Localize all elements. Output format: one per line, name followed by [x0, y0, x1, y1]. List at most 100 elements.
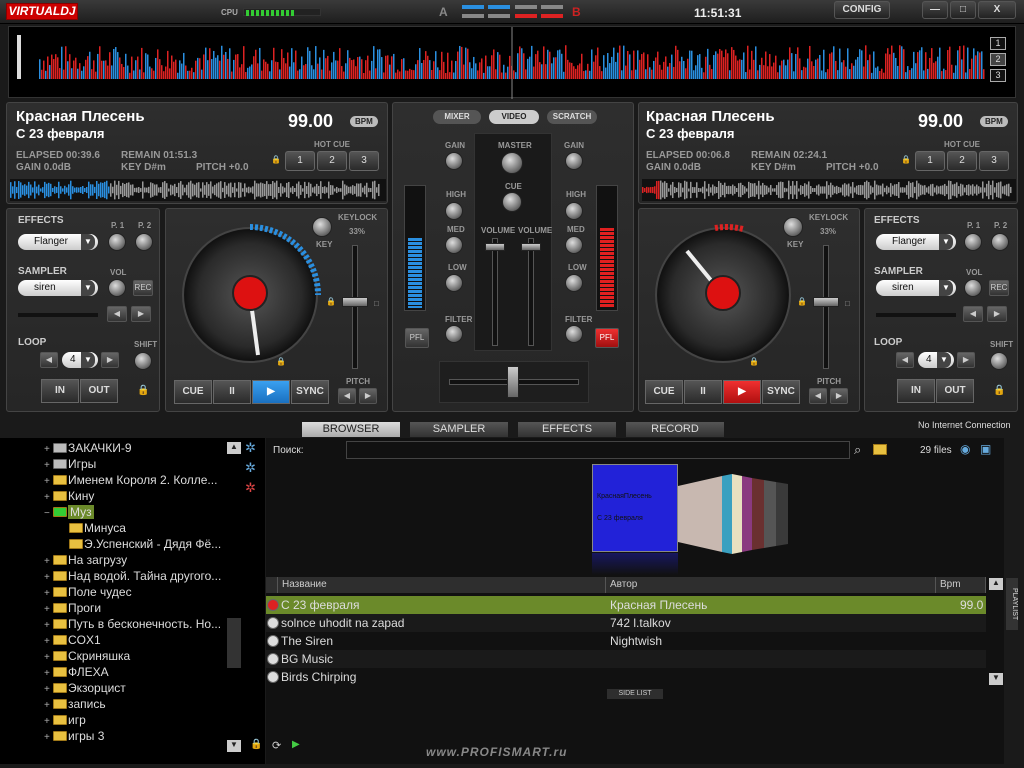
cue-mix-knob[interactable]: [502, 192, 522, 212]
tab-sampler[interactable]: SAMPLER: [410, 422, 508, 437]
expand-icon[interactable]: +: [44, 684, 52, 695]
med-knob-a[interactable]: [445, 236, 463, 254]
tab-mixer[interactable]: MIXER: [433, 110, 481, 124]
loop-half-button[interactable]: ◀: [896, 352, 914, 368]
tree-item[interactable]: + Именем Короля 2. Колле...: [44, 473, 217, 489]
cover-art-current[interactable]: КраснаяПлесень С 23 февраля: [592, 464, 678, 552]
sampler-next-button[interactable]: ▶: [131, 306, 151, 322]
crossfader-handle[interactable]: [507, 366, 519, 398]
pause-button[interactable]: II: [213, 380, 251, 404]
volume-fader-b-handle[interactable]: [521, 243, 541, 251]
sampler-vol-knob[interactable]: [964, 279, 982, 297]
tree-scroll-down[interactable]: ▼: [227, 740, 241, 752]
loop-shift-knob[interactable]: [134, 352, 152, 370]
pitch-fader-track[interactable]: [823, 245, 829, 369]
pitch-fader-track[interactable]: [352, 245, 358, 369]
lock-icon[interactable]: 🔒: [250, 739, 262, 750]
collapse-icon[interactable]: −: [44, 508, 52, 519]
low-knob-a[interactable]: [445, 274, 463, 292]
sampler-select[interactable]: siren ▼: [18, 280, 98, 296]
sync-button[interactable]: SYNC: [291, 380, 329, 404]
zoom-3-button[interactable]: 3: [990, 69, 1006, 82]
pitch-fader-handle[interactable]: [342, 297, 368, 307]
remove-folder-icon[interactable]: ✲: [245, 480, 256, 496]
rec-button[interactable]: REC: [989, 280, 1009, 296]
loop-out-button[interactable]: OUT: [80, 379, 118, 403]
high-knob-b[interactable]: [565, 202, 583, 220]
expand-icon[interactable]: +: [44, 716, 52, 727]
table-row[interactable]: solnce uhodit na zapad 742 l.talkov: [266, 614, 986, 632]
loop-out-button[interactable]: OUT: [936, 379, 974, 403]
effect-p2-knob[interactable]: [135, 233, 153, 251]
lock-icon[interactable]: 🔒: [326, 297, 336, 306]
col-artist[interactable]: Автор: [606, 577, 936, 593]
lock-icon[interactable]: 🔒: [137, 385, 149, 396]
table-row[interactable]: Birds Chirping: [266, 668, 986, 686]
expand-icon[interactable]: +: [44, 556, 52, 567]
pfl-button-b[interactable]: PFL: [595, 328, 619, 348]
pitch-bend-up-button[interactable]: ▶: [359, 388, 377, 404]
play-icon[interactable]: ▶: [292, 739, 300, 750]
expand-icon[interactable]: +: [44, 460, 52, 471]
sampler-select[interactable]: siren ▼: [876, 280, 956, 296]
loop-in-button[interactable]: IN: [41, 379, 79, 403]
tree-item[interactable]: + Экзорцист: [44, 681, 126, 697]
expand-icon[interactable]: +: [44, 572, 52, 583]
tab-effects[interactable]: EFFECTS: [518, 422, 616, 437]
monitor-icon[interactable]: ▣: [980, 442, 991, 456]
tree-item[interactable]: + COX1: [44, 633, 101, 649]
key-knob[interactable]: [783, 217, 803, 237]
deck-right-bpm-tag[interactable]: BPM: [980, 116, 1008, 127]
zoom-1-button[interactable]: 1: [990, 37, 1006, 50]
tab-record[interactable]: RECORD: [626, 422, 724, 437]
pitch-bend-down-button[interactable]: ◀: [809, 388, 827, 404]
expand-icon[interactable]: +: [44, 476, 52, 487]
tree-item[interactable]: Э.Успенский - Дядя Фё...: [68, 537, 221, 553]
deck-right-elapsed[interactable]: ELAPSED 00:06.8: [646, 150, 730, 161]
expand-icon[interactable]: +: [44, 700, 52, 711]
tree-item[interactable]: Минуса: [68, 521, 126, 537]
refresh-icon[interactable]: ⟳: [272, 739, 281, 752]
config-button[interactable]: CONFIG: [834, 1, 890, 19]
tree-item[interactable]: − Муз: [44, 505, 94, 521]
loop-half-button[interactable]: ◀: [40, 352, 58, 368]
cue-button[interactable]: CUE: [174, 380, 212, 404]
table-row[interactable]: BG Music: [266, 650, 986, 668]
expand-icon[interactable]: +: [44, 444, 52, 455]
key-knob[interactable]: [312, 217, 332, 237]
pfl-button-a[interactable]: PFL: [405, 328, 429, 348]
lock-icon[interactable]: 🔒: [797, 297, 807, 306]
tab-scratch[interactable]: SCRATCH: [547, 110, 597, 124]
loop-shift-knob[interactable]: [990, 352, 1008, 370]
tree-item[interactable]: + запись: [44, 697, 106, 713]
col-title[interactable]: Название: [278, 577, 606, 593]
lock-icon[interactable]: 🔒: [901, 155, 911, 164]
table-row[interactable]: The Siren Nightwish: [266, 632, 986, 650]
list-scroll-up[interactable]: ▲: [989, 578, 1003, 590]
pitch-reset-button[interactable]: □: [374, 299, 379, 308]
sync-button[interactable]: SYNC: [762, 380, 800, 404]
master-knob[interactable]: [501, 152, 523, 174]
deck-left-remain[interactable]: REMAIN 01:51.3: [121, 150, 197, 161]
deck-right-remain[interactable]: REMAIN 02:24.1: [751, 150, 827, 161]
tree-item[interactable]: + игры 3: [44, 729, 104, 745]
pitch-reset-button[interactable]: □: [845, 299, 850, 308]
filter-knob-b[interactable]: [565, 325, 583, 343]
tree-scrollbar-thumb[interactable]: [227, 618, 241, 668]
tab-browser[interactable]: BROWSER: [302, 422, 400, 437]
expand-icon[interactable]: +: [44, 588, 52, 599]
tree-item[interactable]: + Проги: [44, 601, 101, 617]
tree-item[interactable]: + Путь в бесконечность. Но...: [44, 617, 221, 633]
loop-length-select[interactable]: 4 ▼: [62, 352, 98, 368]
col-bpm[interactable]: Bpm: [936, 577, 986, 593]
effect-p1-knob[interactable]: [108, 233, 126, 251]
expand-icon[interactable]: +: [44, 636, 52, 647]
effect-select[interactable]: Flanger ▼: [876, 234, 956, 250]
deck-left-waveform[interactable]: [10, 179, 386, 201]
hot-cue-1-button[interactable]: 1: [915, 151, 945, 171]
sampler-next-button[interactable]: ▶: [987, 306, 1007, 322]
zoom-2-button[interactable]: 2: [990, 53, 1006, 66]
med-knob-b[interactable]: [565, 236, 583, 254]
expand-icon[interactable]: +: [44, 492, 52, 503]
effect-select[interactable]: Flanger ▼: [18, 234, 98, 250]
